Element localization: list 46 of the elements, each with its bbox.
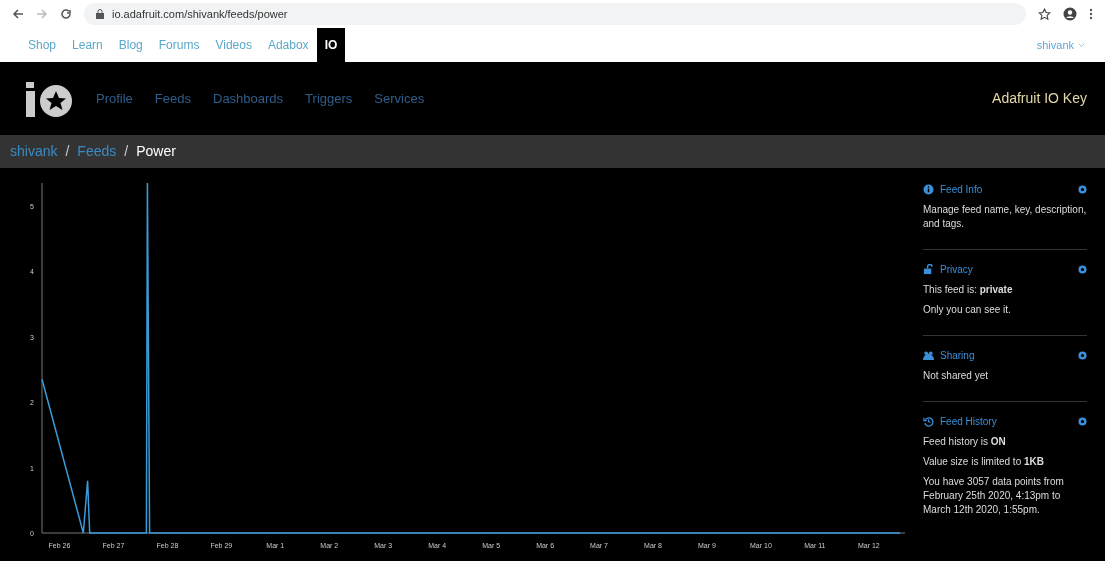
section-text: You have 3057 data points from February 25th 2020, 4:13pm to March 12th 2020, 1:55pm. <box>923 475 1065 517</box>
breadcrumb-current: Power <box>136 142 176 161</box>
nav-link[interactable]: Shop <box>20 28 65 62</box>
nav-link[interactable]: Triggers <box>305 88 353 109</box>
settings-icon[interactable] <box>1078 417 1087 426</box>
people-icon <box>923 350 934 361</box>
nav-link[interactable]: IO <box>316 28 346 62</box>
nav-link[interactable]: Dashboards <box>213 88 284 109</box>
nav-link[interactable]: Videos <box>207 28 260 62</box>
io-key-link[interactable]: Adafruit IO Key <box>992 88 1087 109</box>
section-text: This feed is: private <box>923 283 1014 297</box>
section-text: Feed history is ON <box>923 435 1007 449</box>
section-text: Manage feed name, key, description, and tags. <box>923 203 1087 231</box>
section-title: Sharing <box>940 349 975 363</box>
nav-link[interactable]: Blog <box>110 28 151 62</box>
section-text: Only you can see it. <box>923 303 1012 317</box>
star-icon[interactable] <box>1038 7 1051 21</box>
back-icon[interactable] <box>12 8 24 20</box>
lock-icon <box>96 9 104 19</box>
nav-link[interactable]: Adabox <box>259 28 317 62</box>
user-menu[interactable]: shivank <box>1036 36 1074 54</box>
nav-link[interactable]: Services <box>374 88 425 109</box>
settings-icon[interactable] <box>1078 185 1087 194</box>
url-text: io.adafruit.com/shivank/feeds/power <box>112 6 288 22</box>
breadcrumb-link[interactable]: Feeds <box>77 141 117 162</box>
section-title: Privacy <box>940 263 973 277</box>
account-icon[interactable] <box>1063 7 1077 21</box>
breadcrumb-separator: / <box>124 142 129 161</box>
settings-icon[interactable] <box>1078 351 1087 360</box>
nav-link[interactable]: Learn <box>64 28 111 62</box>
settings-icon[interactable] <box>1078 265 1087 274</box>
address-bar[interactable]: io.adafruit.com/shivank/feeds/power <box>84 3 1026 25</box>
nav-link[interactable]: Profile <box>96 88 133 109</box>
section-text: Not shared yet <box>923 369 990 383</box>
info-icon <box>923 184 934 195</box>
nav-link[interactable]: Forums <box>150 28 208 62</box>
breadcrumb-separator: / <box>65 142 70 161</box>
breadcrumb-link[interactable]: shivank <box>10 141 58 162</box>
section-text: Value size is limited to 1KB <box>923 455 1045 469</box>
reload-icon[interactable] <box>60 8 72 20</box>
lock-icon <box>923 264 934 275</box>
nav-link[interactable]: Feeds <box>154 88 191 109</box>
history-icon <box>923 416 934 427</box>
section-title: Feed History <box>940 415 997 429</box>
menu-icon[interactable] <box>1089 8 1093 20</box>
section-title: Feed Info <box>940 183 983 197</box>
